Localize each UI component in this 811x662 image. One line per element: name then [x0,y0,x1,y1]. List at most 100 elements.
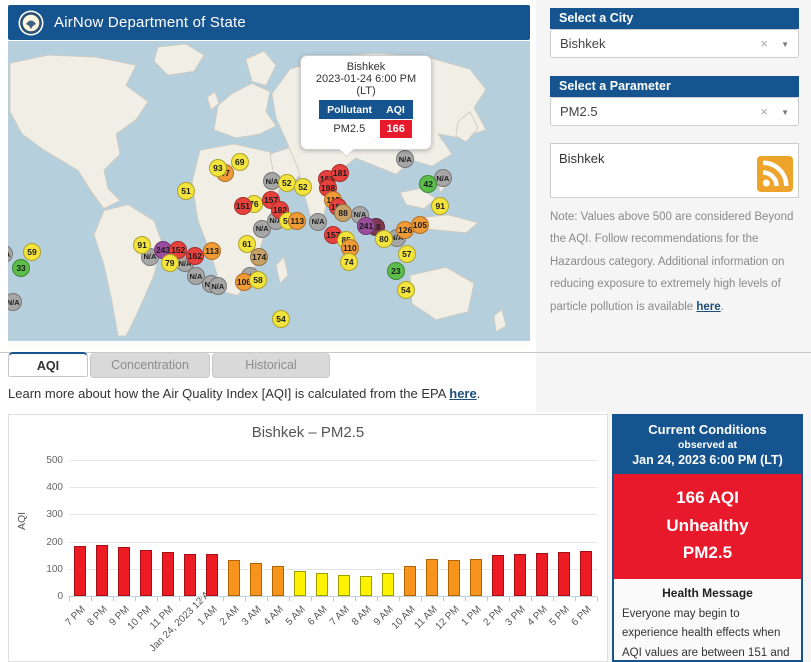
dos-seal-logo [18,10,44,36]
app-header: AirNow Department of State [8,5,530,40]
aqi-marker[interactable]: 54 [272,309,290,328]
aqi-marker[interactable]: 51 [177,181,195,200]
aqi-marker[interactable]: N/A [309,212,328,231]
select-city-header: Select a City [550,8,799,29]
city-select[interactable]: Bishkek × ▼ [550,29,799,58]
chart-bar[interactable] [250,563,262,596]
x-axis-tick [421,597,422,601]
aqi-marker[interactable]: 57 [397,245,416,264]
chart-bar[interactable] [470,558,482,596]
aqi-chart-card: Bishkek – PM2.5 AQI 0 100 200 300 400 500 7 PM… [8,414,608,662]
x-axis-tick [597,597,598,601]
cc-aqi-value: 166 AQI [676,488,739,507]
chart-bar[interactable] [492,554,504,596]
chart-bar[interactable] [382,572,394,596]
x-axis-tick [399,597,400,601]
chart-bar[interactable] [140,549,152,596]
aqi-marker[interactable]: 91 [431,196,450,215]
aqi-marker[interactable]: 74 [339,253,358,272]
aqi-marker[interactable]: 88 [334,203,353,222]
y-axis-title: AQI [16,511,29,531]
chart-bar[interactable] [272,565,284,596]
chart-bar[interactable] [404,566,416,596]
chart-bar[interactable] [580,550,592,596]
learn-more-text: Learn more about how the Air Quality Ind… [8,386,480,401]
chart-bar[interactable] [118,547,130,596]
current-conditions-panel: Current Conditions observed at Jan 24, 2… [612,414,803,662]
aqi-marker[interactable]: 91 [133,235,152,254]
chart-bar[interactable] [228,559,240,596]
gridline [69,460,597,461]
aqi-marker[interactable]: 58 [249,271,268,290]
cc-pollutant: PM2.5 [682,543,733,563]
page-title: AirNow Department of State [54,14,246,31]
chart-bar[interactable] [536,553,548,596]
parameter-caret-icon[interactable]: ▼ [781,99,789,126]
chart-bar[interactable] [558,551,570,596]
aqi-marker[interactable]: N/A [396,150,415,169]
parameter-clear-icon[interactable]: × [760,98,768,125]
chart-bar[interactable] [338,574,350,596]
select-parameter-header: Select a Parameter [550,76,799,97]
parameter-select[interactable]: PM2.5 × ▼ [550,97,799,126]
aqi-marker[interactable]: 151 [233,196,252,215]
x-axis-tick [267,597,268,601]
y-axis-tick-label: 300 [46,509,63,521]
tab-concentration[interactable]: Concentration [90,353,210,378]
tab-aqi[interactable]: AQI [8,352,88,377]
aqi-marker[interactable]: 33 [12,259,31,278]
x-axis-tick [465,597,466,601]
city-caret-icon[interactable]: ▼ [781,31,789,58]
world-map[interactable]: N/AN/AN/AN/AN/AN/AN/AN/AN/AN/AN/AN/AN/AN… [8,41,530,350]
tab-bar: AQI Concentration Historical [0,352,811,379]
aqi-marker[interactable]: 42 [419,175,438,194]
learn-more-here-link[interactable]: here [449,386,476,401]
city-clear-icon[interactable]: × [760,30,768,57]
y-axis-tick-label: 200 [46,536,63,548]
aqi-marker[interactable]: 126 [396,220,415,239]
chart-bar[interactable] [184,553,196,596]
aqi-marker[interactable]: 79 [160,254,179,273]
y-axis-tick-label: 400 [46,482,63,494]
chart-bar[interactable] [294,571,306,596]
chart-bar[interactable] [360,575,372,596]
aqi-marker[interactable]: 69 [230,153,249,172]
x-axis-tick [179,597,180,601]
chart-bar[interactable] [448,560,460,596]
aqi-marker[interactable]: 23 [386,262,405,281]
aqi-marker[interactable]: 174 [250,247,269,266]
chart-bar[interactable] [96,544,108,596]
aqi-marker[interactable]: 162 [185,247,204,266]
x-axis-tick [355,597,356,601]
x-axis-tick [553,597,554,601]
aqi-marker[interactable]: 52 [293,178,312,197]
chart-bar[interactable] [514,554,526,596]
cc-title: Current Conditions [648,422,767,437]
parameter-select-value: PM2.5 [560,104,598,119]
aqi-marker[interactable]: 93 [208,159,227,178]
note-here-link[interactable]: here [696,301,720,313]
chart-bar[interactable] [206,554,218,596]
popup-timezone: (LT) [356,85,376,97]
aqi-marker[interactable]: 54 [396,281,415,300]
aqi-note-text: Note: Values above 500 are considered Be… [550,206,802,318]
chart-bar[interactable] [74,546,86,596]
current-conditions-header: Current Conditions observed at Jan 24, 2… [614,416,801,474]
aqi-marker[interactable]: 113 [288,211,307,230]
aqi-marker[interactable]: N/A [208,277,227,296]
aqi-marker[interactable]: 113 [203,242,222,261]
aqi-marker[interactable]: 59 [23,243,41,262]
rss-icon[interactable] [757,156,793,192]
chart-bar[interactable] [426,558,438,596]
x-axis-tick [113,597,114,601]
popup-aqi-value: 166 [378,119,413,139]
aqi-marker[interactable]: 181 [330,164,349,183]
chart-bar[interactable] [316,572,328,596]
aqi-marker[interactable]: 80 [374,230,393,249]
x-axis-tick [91,597,92,601]
aqi-marker[interactable]: 241 [357,216,376,235]
x-axis-tick [333,597,334,601]
chart-bar[interactable] [162,551,174,596]
learn-more-after: . [476,386,481,401]
tab-historical[interactable]: Historical [212,353,330,378]
